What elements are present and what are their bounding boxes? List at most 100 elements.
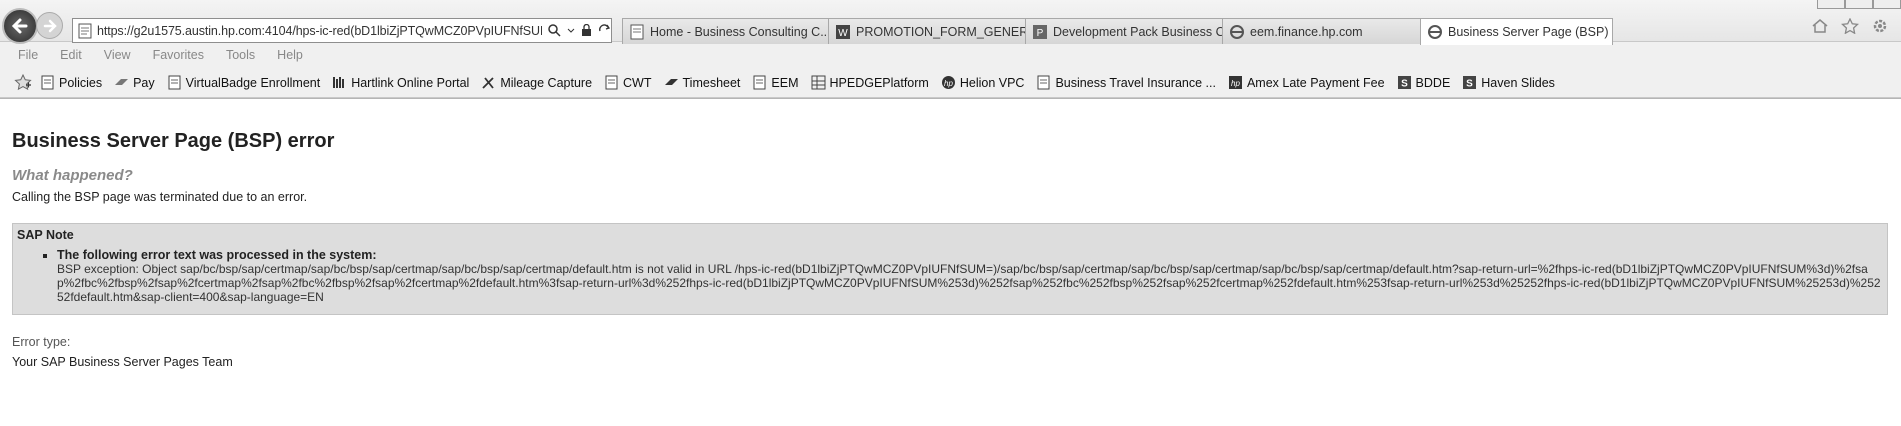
favorite-label: Timesheet [682, 75, 741, 90]
what-happened-heading: What happened? [12, 167, 133, 184]
favorite-cwt[interactable]: CWT [604, 75, 652, 90]
favorite-label: Pay [133, 75, 155, 90]
favorite-label: CWT [623, 75, 652, 90]
page-icon [630, 24, 644, 39]
favorite-label: Policies [59, 75, 103, 90]
svg-text:hp: hp [944, 79, 953, 88]
page-icon [604, 75, 619, 90]
gear-icon[interactable] [1871, 18, 1889, 34]
menu-file[interactable]: File [18, 48, 38, 62]
menu-favorites[interactable]: Favorites [153, 48, 204, 62]
address-bar[interactable]: https://g2u1575.austin.hp.com:4104/hps-i… [72, 18, 612, 43]
favorite-eem[interactable]: EEM [752, 75, 799, 90]
sap-note-lead: The following error text was processed i… [57, 248, 377, 262]
favorite-label: Haven Slides [1481, 75, 1555, 90]
page-icon [1036, 75, 1051, 90]
menu-view[interactable]: View [104, 48, 131, 62]
favorite-bdde[interactable]: S BDDE [1397, 75, 1451, 90]
refresh-icon[interactable] [598, 24, 611, 37]
favorites-bar: Policies Pay VirtualBadge Enrollment Har… [0, 68, 1901, 98]
favorite-business-travel[interactable]: Business Travel Insurance ... [1036, 75, 1216, 90]
favorite-label: HPEDGEPlatform [829, 75, 929, 90]
sap-note-list: The following error text was processed i… [17, 248, 1883, 304]
divider [0, 98, 1901, 108]
back-button[interactable] [2, 8, 38, 44]
window-controls [1817, 0, 1901, 9]
favorite-hpedgeplatform[interactable]: HPEDGEPlatform [811, 75, 929, 90]
favorite-policies[interactable]: Policies [40, 75, 102, 90]
url-text[interactable]: https://g2u1575.austin.hp.com:4104/hps-i… [97, 24, 542, 38]
page-icon [167, 75, 182, 90]
sap-note-title: SAP Note [17, 228, 74, 242]
dropdown-icon[interactable] [567, 24, 575, 37]
page-content: Business Server Page (BSP) error What ha… [0, 130, 1901, 369]
tab-label: Home - Business Consulting C... [650, 24, 829, 39]
favorite-mileage[interactable]: Mileage Capture [481, 75, 592, 90]
page-icon [78, 23, 92, 38]
sharepoint-icon: S [1397, 75, 1412, 90]
tab-label: Development Pack Business C... [1053, 24, 1223, 39]
home-icon[interactable] [1811, 18, 1829, 34]
tab-bsp-error[interactable]: Business Server Page (BSP) ... ✕ [1420, 18, 1613, 45]
favorite-haven-slides[interactable]: S Haven Slides [1462, 75, 1555, 90]
menu-bar: File Edit View Favorites Tools Help [0, 42, 1901, 68]
sap-note-box: SAP Note The following error text was pr… [12, 223, 1888, 316]
forward-arrow-icon [43, 19, 57, 32]
browser-toolbar: https://g2u1575.austin.hp.com:4104/hps-i… [0, 0, 1901, 45]
menu-help[interactable]: Help [277, 48, 303, 62]
menu-edit[interactable]: Edit [60, 48, 82, 62]
grid-icon [811, 75, 826, 90]
favorite-timesheet[interactable]: Timesheet [664, 75, 741, 90]
favorite-label: Business Travel Insurance ... [1055, 75, 1216, 90]
tab-label: PROMOTION_FORM_GENERA... [856, 24, 1025, 39]
browser-chrome: https://g2u1575.austin.hp.com:4104/hps-i… [0, 0, 1901, 108]
favorite-label: Helion VPC [959, 75, 1025, 90]
tab-strip: Home - Business Consulting C... W PROMOT… [622, 18, 1613, 45]
add-favorites-star-icon[interactable] [14, 74, 32, 91]
ie-icon [1428, 25, 1442, 39]
favorite-virtualbadge[interactable]: VirtualBadge Enrollment [167, 75, 321, 90]
tab-eem-finance[interactable]: eem.finance.hp.com [1222, 18, 1421, 44]
page-title: Business Server Page (BSP) error [12, 130, 335, 152]
favorite-pay[interactable]: Pay [114, 75, 155, 90]
favorite-amex[interactable]: hp Amex Late Payment Fee [1228, 75, 1385, 90]
error-type-label: Error type: [12, 335, 71, 350]
ie-icon [1230, 24, 1244, 39]
search-icon[interactable] [548, 24, 561, 37]
menu-tools[interactable]: Tools [226, 48, 255, 62]
favorite-label: Mileage Capture [500, 75, 593, 90]
favorite-hartlink[interactable]: Hartlink Online Portal [332, 75, 469, 90]
minimize-button[interactable] [1817, 0, 1845, 9]
forward-button[interactable] [36, 12, 63, 39]
svg-text:P: P [1037, 28, 1044, 39]
tab-label: eem.finance.hp.com [1250, 24, 1363, 39]
svg-text:W: W [838, 28, 848, 39]
star-favorites-icon[interactable] [1841, 18, 1859, 34]
svg-text:S: S [1401, 79, 1408, 90]
favorite-label: EEM [771, 75, 799, 90]
favorite-label: Hartlink Online Portal [351, 75, 470, 90]
close-window-button[interactable] [1873, 0, 1901, 9]
tab-development-pack[interactable]: P Development Pack Business C... [1025, 18, 1223, 44]
maximize-button[interactable] [1845, 0, 1873, 9]
svg-text:hp: hp [1231, 79, 1240, 88]
lock-icon[interactable] [581, 24, 592, 37]
svg-text:S: S [1466, 79, 1473, 90]
what-happened-text: Calling the BSP page was terminated due … [12, 190, 308, 204]
tab-home-business-consulting[interactable]: Home - Business Consulting C... [622, 18, 829, 44]
favorite-label: BDDE [1415, 75, 1451, 90]
page-icon [40, 75, 55, 90]
hp-icon: hp [941, 75, 956, 90]
favorite-helion-vpc[interactable]: hp Helion VPC [941, 75, 1025, 90]
favorite-label: VirtualBadge Enrollment [185, 75, 321, 90]
link-icon [114, 75, 129, 90]
favorite-label: Amex Late Payment Fee [1246, 75, 1385, 90]
tool-icon [481, 75, 496, 90]
bars-icon [332, 75, 347, 90]
sharepoint-icon: S [1462, 75, 1477, 90]
list-item: The following error text was processed i… [57, 248, 1883, 304]
error-message: BSP exception: Object sap/bc/bsp/sap/cer… [57, 262, 1881, 305]
link-icon [664, 75, 679, 90]
tab-promotion-form[interactable]: W PROMOTION_FORM_GENERA... [828, 18, 1026, 44]
back-arrow-icon [11, 18, 28, 34]
